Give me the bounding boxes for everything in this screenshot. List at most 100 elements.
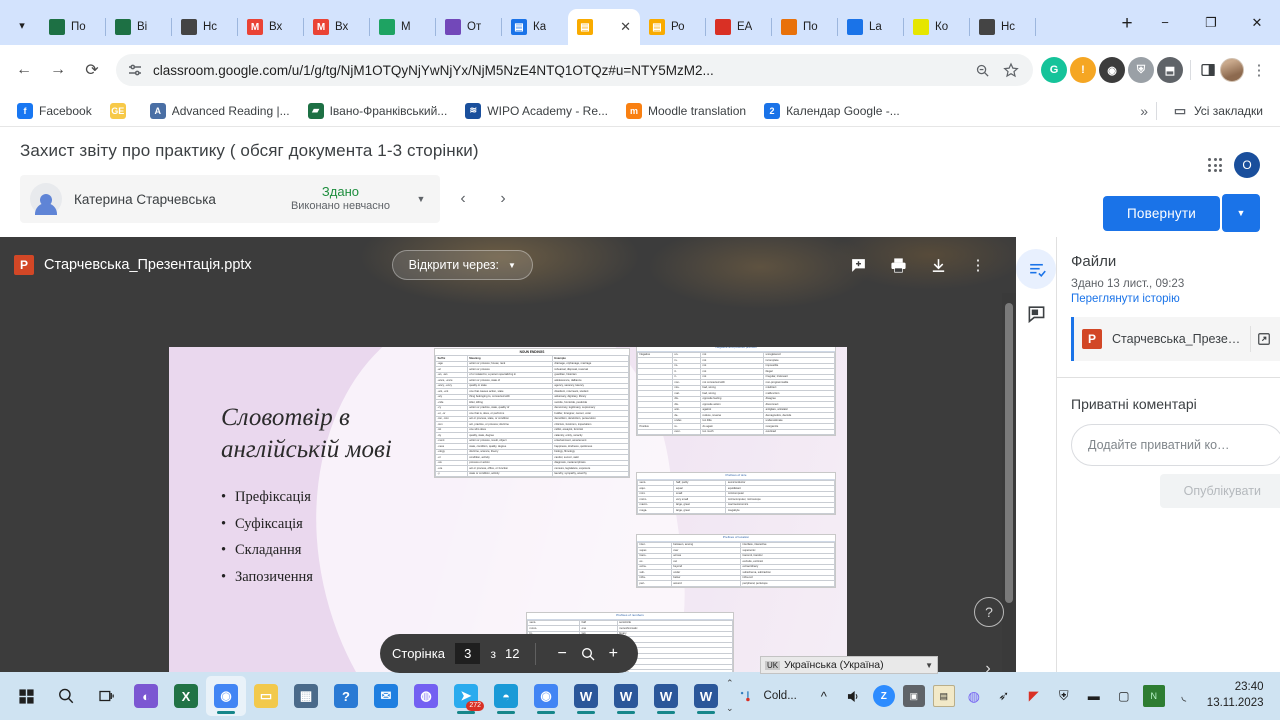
open-in-new-icon[interactable]	[1250, 326, 1276, 352]
camera-icon[interactable]: ▢	[1113, 685, 1135, 707]
bookmark-item[interactable]: mMoodle translation	[619, 99, 753, 123]
maximize-button[interactable]: ❐	[1188, 5, 1234, 41]
tray-expand-icon[interactable]: ^	[813, 685, 835, 707]
browser-tab[interactable]: М	[370, 9, 436, 45]
taskbar-clock[interactable]: 23:40 13.11.2023	[1203, 680, 1268, 711]
volume-icon[interactable]	[843, 685, 865, 707]
next-student-button[interactable]: ›	[486, 182, 520, 216]
browser-tab[interactable]: La	[838, 9, 904, 45]
nvidia-icon[interactable]: N	[1143, 685, 1165, 707]
browser-tab[interactable]: По	[772, 9, 838, 45]
grading-icon[interactable]	[1016, 249, 1056, 289]
telegram-icon[interactable]: ➤272	[446, 676, 486, 716]
microsoft-365-icon[interactable]: ◐	[126, 676, 166, 716]
scrollbar-thumb[interactable]	[1005, 303, 1013, 603]
account-avatar[interactable]: O	[1234, 152, 1260, 178]
shield-extension[interactable]: ⛨	[1128, 57, 1154, 83]
viber-tray-icon[interactable]: ◍	[963, 685, 985, 707]
edge-icon[interactable]: ◓	[486, 676, 526, 716]
paint-icon[interactable]: ◤	[1023, 685, 1045, 707]
chevron-down-icon[interactable]: ▼	[925, 661, 933, 670]
mouse-icon[interactable]: ➶	[993, 685, 1015, 707]
kebab-menu-icon[interactable]: ⋮	[1246, 63, 1272, 78]
private-comment-input[interactable]: Додайте приватний ко…	[1071, 424, 1280, 466]
zoom-meeting-icon[interactable]: Z	[873, 685, 895, 707]
file-explorer-icon[interactable]: ▭	[246, 676, 286, 716]
apps-grid-icon[interactable]	[1208, 158, 1222, 172]
search-icon[interactable]	[46, 676, 86, 716]
bookmark-item[interactable]: ≋WIPO Academy - Re...	[458, 99, 615, 123]
add-comment-icon[interactable]	[848, 255, 868, 275]
calculator-icon[interactable]: ▦	[286, 676, 326, 716]
help-icon[interactable]: ?	[326, 676, 366, 716]
prev-student-button[interactable]: ‹	[446, 182, 480, 216]
windows-start-icon[interactable]	[6, 676, 46, 716]
word-icon[interactable]: W	[646, 676, 686, 716]
attached-file-card[interactable]: P Старчевська_Презе…	[1071, 317, 1280, 361]
bookmark-item[interactable]: GE	[103, 99, 139, 123]
forward-icon[interactable]: →	[42, 54, 74, 86]
viewer-scrollbar[interactable]	[1002, 293, 1016, 672]
student-dropdown-icon[interactable]: ▼	[408, 186, 434, 212]
chrome-icon[interactable]: ◉	[206, 676, 246, 716]
view-history-link[interactable]: Переглянути історію	[1071, 293, 1280, 305]
browser-tab[interactable]: ▤Ро	[640, 9, 706, 45]
browser-tab[interactable]: ЕА	[706, 9, 772, 45]
comment-icon[interactable]	[1016, 293, 1056, 333]
mail-icon[interactable]: ✉	[366, 676, 406, 716]
bookmark-item[interactable]: ▰Івано-Франківський...	[301, 99, 455, 123]
screenshot-icon[interactable]: ▣	[903, 685, 925, 707]
bookmark-item[interactable]: 2Календар Google -...	[757, 99, 907, 123]
browser-tab[interactable]: Нс	[970, 9, 1036, 45]
browser-tab[interactable]: По	[40, 9, 106, 45]
zoom-in-button[interactable]: +	[601, 641, 627, 667]
page-number-input[interactable]: 3	[455, 643, 481, 664]
zoom-out-icon[interactable]	[972, 60, 992, 80]
word-icon[interactable]: W	[606, 676, 646, 716]
more-options-icon[interactable]: ⋮	[968, 255, 988, 275]
browser-tab[interactable]: ▤✕	[568, 9, 640, 45]
notifications-icon[interactable]: 🗨	[1276, 685, 1280, 707]
wifi-icon[interactable]: ◟	[1173, 685, 1195, 707]
help-icon[interactable]: ?	[974, 597, 1004, 627]
student-chip[interactable]: Катерина Старчевська Здано Виконано невч…	[20, 175, 440, 223]
return-button[interactable]: Повернути	[1103, 196, 1220, 231]
browser-tab[interactable]: Ві	[106, 9, 172, 45]
thermometer-icon[interactable]	[734, 685, 756, 707]
post-comment-button[interactable]: Опублікувати	[1160, 474, 1280, 508]
loom-extension[interactable]: ◉	[1099, 57, 1125, 83]
bookmarks-overflow-icon[interactable]: »	[1140, 103, 1148, 119]
word-icon[interactable]: W	[686, 676, 726, 716]
keepa-extension[interactable]: !	[1070, 57, 1096, 83]
reload-icon[interactable]: ⟳	[76, 54, 108, 86]
language-bar[interactable]: UK Українська (Україна) ▼	[760, 656, 938, 674]
profile-avatar[interactable]	[1220, 58, 1244, 82]
open-with-button[interactable]: Відкрити через: ▼	[392, 250, 533, 280]
weather-label[interactable]: Cold...	[764, 690, 797, 702]
back-icon[interactable]: ←	[8, 54, 40, 86]
site-settings-icon[interactable]	[126, 61, 144, 79]
slide-canvas[interactable]: Словотвір в англійській мові Префіксація…	[169, 347, 847, 672]
extensions-puzzle[interactable]: ⬒	[1157, 57, 1183, 83]
battery-icon[interactable]: ▬	[1083, 685, 1105, 707]
star-icon[interactable]	[1001, 60, 1021, 80]
word-icon[interactable]: W	[566, 676, 606, 716]
return-options-icon[interactable]: ▼	[1222, 194, 1260, 232]
browser-tab[interactable]: От	[436, 9, 502, 45]
viber-icon[interactable]: ◍	[406, 676, 446, 716]
browser-tab[interactable]: ▤Ка	[502, 9, 568, 45]
address-bar[interactable]: classroom.google.com/u/1/g/tg/NjM1OTQyNj…	[116, 54, 1033, 86]
excel-icon[interactable]: X	[166, 676, 206, 716]
taskbar-scroll-icons[interactable]: ⌃⌄	[726, 676, 734, 716]
browser-tab[interactable]: MВх	[304, 9, 370, 45]
browser-tab[interactable]: Нс	[172, 9, 238, 45]
side-panel-icon[interactable]	[1198, 60, 1218, 80]
task-view-icon[interactable]	[86, 676, 126, 716]
grammarly-extension[interactable]: G	[1041, 57, 1067, 83]
browser-tab[interactable]: MВх	[238, 9, 304, 45]
bookmark-item[interactable]: AAdvanced Reading |...	[143, 99, 297, 123]
download-icon[interactable]	[928, 255, 948, 275]
all-bookmarks-button[interactable]: ▭Усі закладки	[1165, 99, 1270, 123]
chrome-icon[interactable]: ◉	[526, 676, 566, 716]
tab-search-icon[interactable]: ▾	[4, 10, 40, 40]
